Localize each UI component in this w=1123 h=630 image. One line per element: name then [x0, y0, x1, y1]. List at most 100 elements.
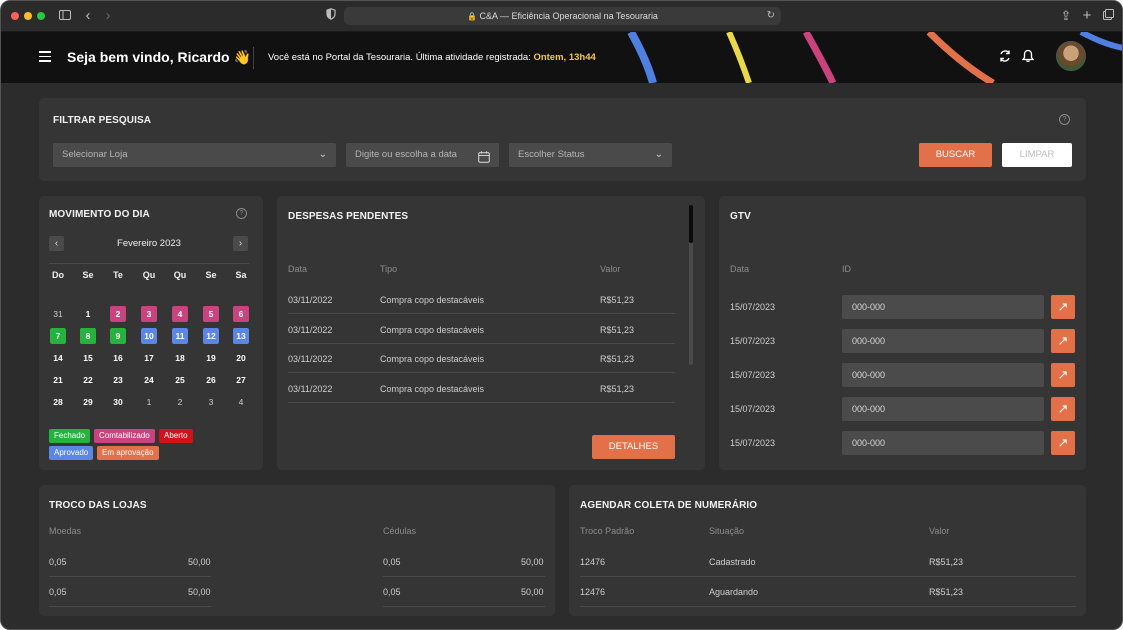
calendar-day[interactable]: 21 — [50, 372, 66, 388]
browser-toolbar: ‹ › 🔒 C&A — Eficiência Operacional na Te… — [1, 1, 1122, 32]
gtv-id-field[interactable]: 000-000 — [842, 397, 1044, 421]
calendar-day[interactable]: 16 — [110, 350, 126, 366]
calendar-day[interactable]: 4 — [172, 306, 188, 322]
calendar-day[interactable]: 26 — [203, 372, 219, 388]
legend-aprovado: Aprovado — [49, 446, 94, 460]
calendar-day[interactable]: 9 — [110, 328, 126, 344]
calendar-day[interactable]: 1 — [80, 306, 96, 322]
calendar-day[interactable]: 19 — [203, 350, 219, 366]
open-arrow-icon[interactable]: ↗ — [1051, 397, 1075, 421]
legend-aberto: Aberto — [159, 429, 193, 443]
calendar-icon[interactable] — [478, 149, 490, 173]
calendar-day[interactable]: 22 — [80, 372, 96, 388]
calendar-day[interactable]: 27 — [233, 372, 249, 388]
details-button[interactable]: DETALHES — [592, 435, 675, 459]
address-bar[interactable]: 🔒 C&A — Eficiência Operacional na Tesour… — [344, 7, 781, 25]
search-button[interactable]: BUSCAR — [919, 143, 992, 167]
filter-card — [39, 98, 1086, 181]
date-input[interactable]: Digite ou escolha a data — [346, 143, 499, 167]
share-icon[interactable]: ⇪ — [1058, 8, 1074, 24]
calendar-day[interactable]: 17 — [141, 350, 157, 366]
expenses-title: DESPESAS PENDENTES — [288, 211, 409, 222]
coin-amount: 50,00 — [188, 587, 211, 597]
menu-icon[interactable] — [39, 51, 51, 63]
forward-icon[interactable]: › — [100, 8, 116, 24]
open-arrow-icon[interactable]: ↗ — [1051, 329, 1075, 353]
calendar-day[interactable]: 23 — [110, 372, 126, 388]
tab-overview-icon[interactable] — [1100, 8, 1116, 24]
gtv-date: 15/07/2023 — [730, 302, 776, 312]
calendar-day[interactable]: 3 — [141, 306, 157, 322]
weekday-label: Se — [82, 270, 94, 280]
coin-value: 0,05 — [49, 557, 67, 567]
calendar-day[interactable]: 2 — [172, 394, 188, 410]
expense-date: 03/11/2022 — [288, 295, 333, 305]
browser-window: ‹ › 🔒 C&A — Eficiência Operacional na Te… — [0, 0, 1123, 630]
open-arrow-icon[interactable]: ↗ — [1051, 295, 1075, 319]
open-arrow-icon[interactable]: ↗ — [1051, 363, 1075, 387]
expenses-scrollbar[interactable] — [689, 205, 693, 365]
calendar-day[interactable]: 12 — [203, 328, 219, 344]
calendar-day[interactable]: 15 — [80, 350, 96, 366]
help-icon[interactable]: ? — [1059, 114, 1070, 125]
row-divider — [49, 576, 211, 577]
last-activity: Ontem, 13h44 — [533, 52, 596, 63]
clear-button[interactable]: LIMPAR — [1002, 143, 1072, 167]
help-icon[interactable]: ? — [236, 208, 247, 219]
calendar-day[interactable]: 24 — [141, 372, 157, 388]
col-header-valor: Valor — [929, 526, 950, 536]
calendar-day[interactable]: 10 — [141, 328, 157, 344]
calendar-day[interactable]: 28 — [50, 394, 66, 410]
store-select[interactable]: Selecionar Loja ⌄ — [53, 143, 336, 167]
calendar-day[interactable]: 13 — [233, 328, 249, 344]
calendar-day[interactable]: 8 — [80, 328, 96, 344]
sync-icon[interactable] — [997, 49, 1013, 65]
col-header-id: ID — [842, 264, 851, 274]
calendar-divider — [49, 263, 249, 264]
calendar-day[interactable]: 3 — [203, 394, 219, 410]
bell-icon[interactable] — [1020, 49, 1036, 65]
calendar-day[interactable]: 6 — [233, 306, 249, 322]
calendar-day[interactable]: 30 — [110, 394, 126, 410]
gtv-date: 15/07/2023 — [730, 438, 776, 448]
calendar-day[interactable]: 20 — [233, 350, 249, 366]
reload-icon[interactable]: ↻ — [767, 7, 775, 25]
col-header-tipo: Tipo — [380, 264, 398, 274]
sidebar-toggle-icon[interactable] — [57, 8, 73, 24]
pickup-code: 12476 — [580, 557, 606, 567]
calendar-month: Fevereiro 2023 — [117, 238, 181, 249]
status-select[interactable]: Escolher Status ⌄ — [509, 143, 672, 167]
weekday-label: Qu — [173, 270, 187, 280]
calendar-day[interactable]: 7 — [50, 328, 66, 344]
expense-date: 03/11/2022 — [288, 354, 333, 364]
minimize-window-button[interactable] — [24, 12, 32, 20]
new-tab-icon[interactable]: + — [1079, 8, 1095, 24]
calendar-day[interactable]: 5 — [203, 306, 219, 322]
calendar-day[interactable]: 31 — [50, 306, 66, 322]
chevron-down-icon: ⌄ — [318, 149, 327, 160]
calendar-day[interactable]: 25 — [172, 372, 188, 388]
zoom-window-button[interactable] — [37, 12, 45, 20]
back-icon[interactable]: ‹ — [80, 8, 96, 24]
calendar-day[interactable]: 4 — [233, 394, 249, 410]
shield-icon[interactable] — [323, 8, 339, 24]
calendar-day[interactable]: 11 — [172, 328, 188, 344]
next-month-button[interactable]: › — [233, 236, 248, 251]
gtv-id-field[interactable]: 000-000 — [842, 329, 1044, 353]
row-divider — [49, 606, 211, 607]
calendar-day[interactable]: 18 — [172, 350, 188, 366]
gtv-id-field[interactable]: 000-000 — [842, 363, 1044, 387]
row-divider — [288, 402, 675, 403]
gtv-id-field[interactable]: 000-000 — [842, 431, 1044, 455]
app-header: Seja bem vindo, Ricardo 👋 Você está no P… — [1, 32, 1122, 83]
calendar-day[interactable]: 29 — [80, 394, 96, 410]
calendar-day[interactable]: 1 — [141, 394, 157, 410]
coin-value: 0,05 — [49, 587, 67, 597]
pickup-value: R$51,23 — [929, 587, 964, 597]
calendar-day[interactable]: 2 — [110, 306, 126, 322]
gtv-id-field[interactable]: 000-000 — [842, 295, 1044, 319]
calendar-day[interactable]: 14 — [50, 350, 66, 366]
avatar[interactable] — [1056, 41, 1086, 71]
close-window-button[interactable] — [11, 12, 19, 20]
open-arrow-icon[interactable]: ↗ — [1051, 431, 1075, 455]
